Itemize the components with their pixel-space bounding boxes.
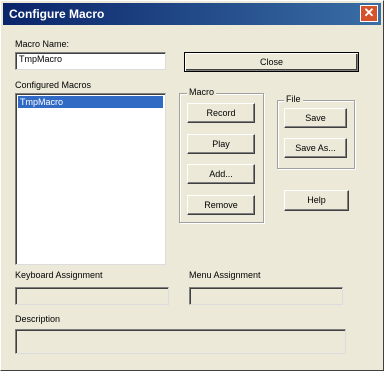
description-label: Description [15,314,61,324]
macro-name-label: Macro Name: [15,39,70,49]
window-title: Configure Macro [9,7,105,21]
macro-name-field[interactable]: TmpMacro [15,52,166,70]
add-button[interactable]: Add... [187,164,255,184]
configure-macro-dialog: Configure Macro ✕ Macro Name: TmpMacro C… [0,0,384,371]
list-item[interactable]: TmpMacro [18,96,163,108]
remove-button[interactable]: Remove [187,195,255,215]
close-button[interactable]: Close [184,52,359,72]
save-button[interactable]: Save [284,108,347,128]
configured-macros-list[interactable]: TmpMacro [15,93,166,265]
title-bar[interactable]: Configure Macro ✕ [3,3,381,25]
save-as-button[interactable]: Save As... [284,138,347,158]
description-field[interactable] [15,329,346,354]
play-button[interactable]: Play [187,134,255,154]
help-button[interactable]: Help [284,190,349,211]
menu-assignment-field[interactable] [189,287,343,305]
file-group-title: File [284,94,303,104]
macro-group-title: Macro [187,87,217,97]
close-window-icon[interactable]: ✕ [360,5,378,22]
keyboard-assignment-field[interactable] [15,287,169,305]
menu-assignment-label: Menu Assignment [189,270,261,280]
keyboard-assignment-label: Keyboard Assignment [15,270,103,280]
record-button[interactable]: Record [187,103,255,123]
configured-macros-label: Configured Macros [15,80,92,90]
